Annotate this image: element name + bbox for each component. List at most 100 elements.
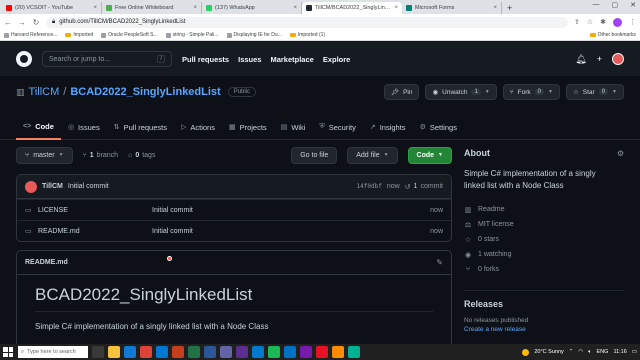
browser-tab[interactable]: (20) VCSOIT - YouTube × [2, 2, 102, 14]
commit-history-link[interactable]: ↺ 1 commit [405, 183, 443, 191]
browser-tab[interactable]: Microsoft Forms × [402, 2, 502, 14]
code-button[interactable]: Code ▼ [407, 146, 452, 164]
close-icon[interactable]: × [293, 5, 297, 11]
powerpoint-icon[interactable] [172, 346, 184, 358]
close-icon[interactable]: × [93, 5, 97, 11]
repo-owner-link[interactable]: TillCM [29, 86, 60, 98]
extensions-icon[interactable]: ✱ [600, 18, 606, 26]
fork-button[interactable]: ⑂ Fork 0 ▼ [502, 84, 560, 100]
file-explorer-icon[interactable] [108, 346, 120, 358]
bookmark-item[interactable]: string - Simple Pali... [165, 32, 219, 38]
about-item-stars[interactable]: ☆ 0 stars [464, 232, 624, 247]
nav-explore[interactable]: Explore [323, 55, 351, 64]
browser-tab[interactable]: (137) WhatsApp × [202, 2, 302, 14]
commit-author[interactable]: TillCM [42, 183, 63, 190]
bookmark-folder[interactable]: Imported (1) [289, 32, 325, 38]
go-to-file-button[interactable]: Go to file [291, 146, 338, 164]
record-indicator-icon[interactable] [167, 256, 172, 261]
releases-header[interactable]: Releases [464, 299, 624, 309]
file-commit-message[interactable]: Initial commit [152, 207, 430, 214]
add-file-button[interactable]: Add file ▼ [347, 146, 398, 164]
tab-actions[interactable]: ▷ Actions [174, 114, 222, 140]
pin-button[interactable]: 📌︎ Pin [383, 84, 420, 100]
minimize-icon[interactable]: — [593, 1, 600, 9]
browser-tab-active[interactable]: TillCM/BCAD2022_SinglyLinked... × [302, 2, 402, 14]
commit-sha[interactable]: 14f0dbf [357, 183, 382, 190]
pencil-icon[interactable]: ✎ [436, 258, 443, 267]
commit-message[interactable]: Initial commit [68, 183, 109, 190]
github-logo-icon[interactable] [16, 51, 32, 67]
onenote-icon[interactable] [300, 346, 312, 358]
task-view-icon[interactable] [92, 346, 104, 358]
volume-icon[interactable]: 🔈︎ [588, 349, 591, 356]
nav-pull-requests[interactable]: Pull requests [182, 55, 229, 64]
tab-insights[interactable]: ↗ Insights [363, 114, 413, 140]
bookmark-item[interactable]: Harvard Reference... [4, 32, 57, 38]
chrome-icon[interactable] [140, 346, 152, 358]
close-icon[interactable]: × [493, 5, 497, 11]
star-button[interactable]: ☆ Star 0 ▼ [565, 84, 624, 100]
branch-select[interactable]: ⑂ master ▼ [16, 146, 73, 164]
app-icon[interactable] [332, 346, 344, 358]
windows-start-icon[interactable] [3, 347, 13, 357]
spotify-icon[interactable] [268, 346, 280, 358]
create-new-button[interactable]: + [597, 54, 602, 64]
tags-link[interactable]: ⌂ 0 tags [128, 152, 155, 159]
bookmark-item[interactable]: Oracle PeopleSoft S... [101, 32, 158, 38]
avatar[interactable] [25, 180, 37, 193]
close-icon[interactable]: × [193, 5, 197, 11]
tab-issues[interactable]: ◎ Issues [61, 114, 107, 140]
search-input[interactable]: Search or jump to... / [42, 51, 172, 67]
file-commit-message[interactable]: Initial commit [152, 228, 430, 235]
vscode-icon[interactable] [252, 346, 264, 358]
address-bar[interactable]: 🔒︎ github.com/TillCM/BCAD2022_SinglyLink… [46, 16, 568, 28]
close-icon[interactable]: × [394, 5, 398, 11]
new-tab-button[interactable]: + [502, 2, 517, 14]
tab-settings[interactable]: ⚙ Settings [413, 114, 464, 140]
wifi-icon[interactable]: ◠ [578, 349, 583, 355]
profile-avatar[interactable] [613, 17, 622, 27]
language-indicator[interactable]: ENG [597, 349, 609, 355]
readme-filename[interactable]: README.md [25, 259, 68, 266]
file-name[interactable]: README.md [34, 228, 152, 235]
bell-icon[interactable]: 🔔︎ [575, 54, 586, 65]
outlook-icon[interactable] [284, 346, 296, 358]
visual-studio-icon[interactable] [236, 346, 248, 358]
about-item-license[interactable]: ⚖ MIT license [464, 217, 624, 232]
teams-icon[interactable] [220, 346, 232, 358]
nav-marketplace[interactable]: Marketplace [270, 55, 313, 64]
excel-icon[interactable] [188, 346, 200, 358]
repo-name-link[interactable]: BCAD2022_SinglyLinkedList [70, 86, 220, 98]
browser-tab[interactable]: Free Online Whiteboard × [102, 2, 202, 14]
about-item-watching[interactable]: ◉ 1 watching [464, 247, 624, 262]
app-icon[interactable] [348, 346, 360, 358]
maximize-icon[interactable]: ▢ [612, 1, 619, 9]
tab-pull-requests[interactable]: ⇅ Pull requests [107, 114, 174, 140]
menu-icon[interactable]: ⋮ [629, 18, 636, 26]
file-name[interactable]: LICENSE [34, 207, 152, 214]
chevron-up-icon[interactable]: ⌃ [569, 349, 574, 355]
tab-projects[interactable]: ▦ Projects [222, 114, 274, 140]
file-row[interactable]: ▭ LICENSE Initial commit now [17, 199, 451, 220]
clock[interactable]: 11:16 [613, 349, 626, 355]
back-icon[interactable]: ← [4, 18, 12, 27]
notification-icon[interactable]: ▭ [632, 349, 637, 355]
forward-icon[interactable]: → [18, 18, 26, 27]
reload-icon[interactable]: ↻ [32, 18, 40, 27]
tab-code[interactable]: <> Code [16, 114, 61, 140]
tab-wiki[interactable]: ▤ Wiki [274, 114, 313, 140]
file-row[interactable]: ▭ README.md Initial commit now [17, 220, 451, 241]
word-icon[interactable] [204, 346, 216, 358]
tab-security[interactable]: ⛨ Security [312, 114, 362, 140]
other-bookmarks[interactable]: Other bookmarks [589, 32, 636, 38]
about-item-forks[interactable]: ⑂ 0 forks [464, 262, 624, 277]
create-release-link[interactable]: Create a new release [464, 326, 624, 333]
bookmark-item[interactable]: Displaying IE for Du... [226, 32, 282, 38]
app-icon[interactable] [316, 346, 328, 358]
bookmark-star-icon[interactable]: ☆ [587, 18, 593, 26]
weather-text[interactable]: 20°C Sunny [534, 349, 563, 355]
branches-link[interactable]: ⑂ 1 branch [83, 152, 119, 159]
taskbar-search[interactable]: ⌕ Type here to search [18, 346, 88, 358]
about-item-readme[interactable]: ▥ Readme [464, 202, 624, 217]
bookmark-folder[interactable]: Imported [65, 32, 93, 38]
